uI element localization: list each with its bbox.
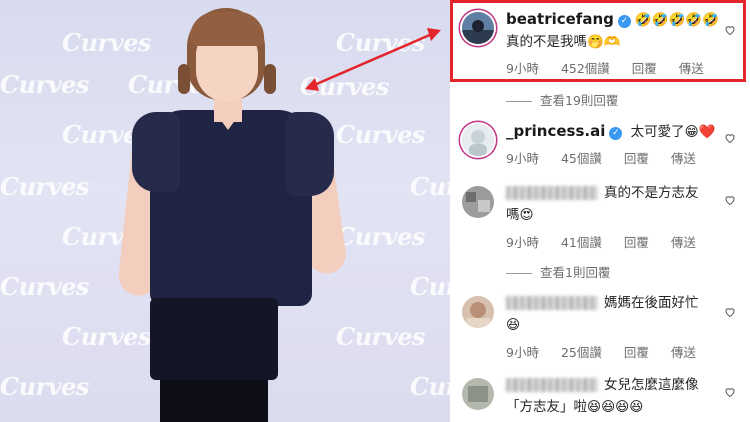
send-button[interactable]: 傳送 bbox=[671, 235, 696, 250]
avatar[interactable] bbox=[462, 124, 494, 156]
left-braid bbox=[178, 64, 190, 94]
avatar[interactable] bbox=[462, 186, 494, 218]
comment-likes[interactable]: 45個讚 bbox=[561, 151, 602, 166]
comment-time: 9小時 bbox=[506, 345, 539, 360]
avatar[interactable] bbox=[462, 296, 494, 328]
comment-text: 太可愛了 bbox=[630, 124, 685, 140]
blurred-username[interactable] bbox=[506, 186, 598, 200]
verified-badge-icon: ✓ bbox=[609, 127, 623, 140]
curves-watermark: Curves bbox=[410, 272, 450, 301]
comment-meta: 9小時 41個讚 回覆 傳送 bbox=[506, 232, 714, 251]
curves-watermark: Curves bbox=[336, 28, 425, 57]
send-button[interactable]: 傳送 bbox=[671, 345, 696, 360]
reply-button[interactable]: 回覆 bbox=[624, 151, 649, 166]
comment-emoji: 😍 bbox=[519, 207, 534, 223]
heart-outline-icon[interactable] bbox=[724, 132, 736, 144]
comment-time: 9小時 bbox=[506, 235, 539, 250]
legs bbox=[160, 374, 268, 422]
view-replies-label[interactable]: 查看19則回覆 bbox=[540, 93, 618, 108]
curves-watermark: Curves bbox=[300, 72, 389, 101]
comment-meta: 9小時 25個讚 回覆 傳送 bbox=[506, 342, 714, 361]
reply-button[interactable]: 回覆 bbox=[624, 235, 649, 250]
view-replies-link[interactable]: 查看19則回覆 bbox=[506, 90, 618, 109]
right-sleeve bbox=[286, 112, 334, 196]
left-sleeve bbox=[132, 112, 180, 192]
comment-emoji: 😆 bbox=[506, 317, 521, 333]
bangs bbox=[190, 12, 264, 46]
curves-watermark: Curves bbox=[0, 272, 89, 301]
send-button[interactable]: 傳送 bbox=[671, 151, 696, 166]
heart-outline-icon[interactable] bbox=[724, 306, 736, 318]
event-photo: Curves Curves Curves Curves Curves Curve… bbox=[0, 0, 450, 422]
comment-text-line2: 嗎 bbox=[506, 207, 520, 223]
comment-likes[interactable]: 41個讚 bbox=[561, 235, 602, 250]
curves-watermark: Curves bbox=[0, 172, 89, 201]
comment-text: 真的不是方志友 bbox=[604, 185, 699, 201]
blurred-username[interactable] bbox=[506, 296, 598, 310]
comment-text: 媽媽在後面好忙 bbox=[604, 295, 699, 311]
highlight-box bbox=[450, 0, 746, 82]
blurred-username[interactable] bbox=[506, 378, 598, 392]
heart-outline-icon[interactable] bbox=[724, 386, 736, 398]
curves-watermark: Curves bbox=[410, 172, 450, 201]
curves-watermark: Curves bbox=[62, 322, 151, 351]
comment-likes[interactable]: 25個讚 bbox=[561, 345, 602, 360]
view-replies-link[interactable]: 查看1則回覆 bbox=[506, 262, 610, 281]
reply-button[interactable]: 回覆 bbox=[624, 345, 649, 360]
right-braid bbox=[264, 64, 276, 94]
divider-line bbox=[506, 101, 532, 102]
curves-watermark: Curves bbox=[336, 222, 425, 251]
heart-outline-icon[interactable] bbox=[724, 194, 736, 206]
curves-watermark: Curves bbox=[410, 372, 450, 401]
curves-watermark: Curves bbox=[336, 120, 425, 149]
black-shorts bbox=[150, 298, 278, 380]
comment-username[interactable]: _princess.ai bbox=[506, 122, 605, 140]
curves-watermark: Curves bbox=[0, 70, 89, 99]
curves-watermark: Curves bbox=[336, 322, 425, 351]
divider-line bbox=[506, 273, 532, 274]
comment-time: 9小時 bbox=[506, 151, 539, 166]
avatar[interactable] bbox=[462, 378, 494, 410]
curves-watermark: Curves bbox=[0, 372, 89, 401]
comment-text-line2: 「方志友」啦 bbox=[506, 399, 587, 415]
comment-emoji: 😆😆😆😆 bbox=[587, 399, 644, 415]
comment-text: 女兒怎麼這麼像 bbox=[604, 377, 699, 393]
view-replies-label[interactable]: 查看1則回覆 bbox=[540, 265, 610, 280]
comment-meta: 9小時 45個讚 回覆 傳送 bbox=[506, 148, 714, 167]
curves-watermark: Curves bbox=[62, 28, 151, 57]
v-neckline bbox=[212, 108, 244, 130]
comment-emoji: 😁❤️ bbox=[684, 124, 716, 140]
